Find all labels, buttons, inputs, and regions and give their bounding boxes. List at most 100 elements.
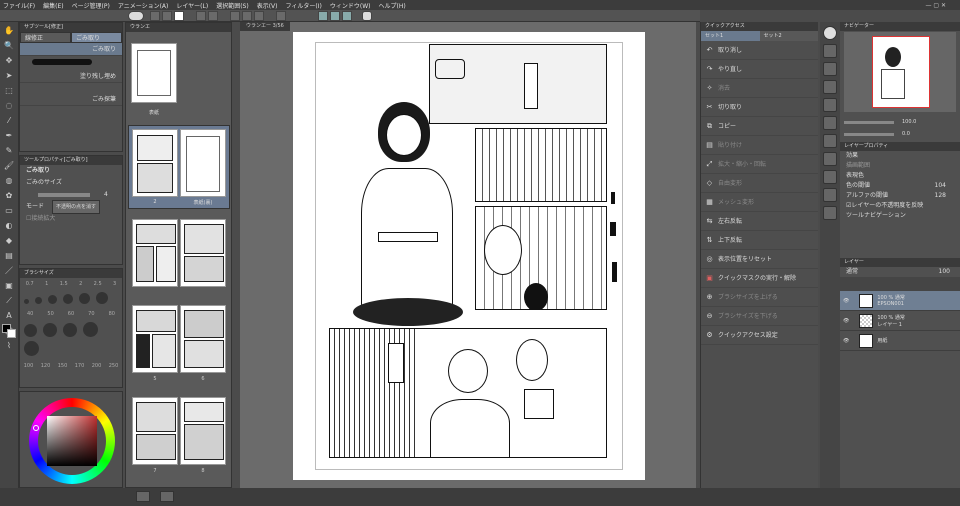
brush-size-preset[interactable]: 1	[45, 281, 48, 287]
brush-dot[interactable]	[47, 295, 57, 304]
sub-view-dock-icon[interactable]	[823, 44, 837, 58]
qa-flip-v[interactable]: ⇅ 上下反転	[701, 231, 818, 250]
brush-size-preset[interactable]: 80	[109, 311, 115, 317]
qa-brush-down[interactable]: ⊖ ブラシサイズを下げる	[701, 307, 818, 326]
layer-row-paper[interactable]: 👁 用紙	[840, 331, 960, 351]
open-icon[interactable]	[162, 11, 172, 21]
qa-redo[interactable]: ↷ やり直し	[701, 60, 818, 79]
history-dock-icon[interactable]	[823, 98, 837, 112]
page-thumb-3[interactable]	[132, 219, 178, 287]
qa-reset-view[interactable]: ◎ 表示位置をリセット	[701, 250, 818, 269]
brush-size-preset[interactable]: 40	[27, 311, 33, 317]
menu-file[interactable]: ファイル(F)	[3, 1, 35, 10]
info-dock-icon[interactable]	[823, 188, 837, 202]
qa-cut[interactable]: ✂ 切り取り	[701, 98, 818, 117]
subtool-item-fill-gaps[interactable]: 塗り残し埋め	[20, 70, 122, 83]
blend-icon[interactable]: ◐	[3, 220, 15, 232]
brush-size-preset[interactable]: 150	[58, 363, 68, 369]
qa-scale[interactable]: ⤢ 拡大・縮小・回転	[701, 155, 818, 174]
quick-access-tab-set2[interactable]: セット2	[759, 31, 818, 41]
page-thumb-2[interactable]	[132, 129, 178, 197]
decoration-icon[interactable]: ✿	[3, 190, 15, 202]
panel-stairway[interactable]	[475, 128, 607, 202]
move-icon[interactable]: ✥	[3, 55, 15, 67]
help-icon[interactable]	[362, 11, 372, 21]
eye-icon[interactable]: 👁	[843, 318, 849, 324]
subtool-tab-dust[interactable]: ごみ取り	[71, 32, 122, 43]
brush-size-preset[interactable]: 170	[75, 363, 85, 369]
canvas-area[interactable]: ウランエー 3/56	[240, 22, 696, 488]
pencil-icon[interactable]: ✎	[3, 145, 15, 157]
quick-access-tab-set1[interactable]: セット1	[701, 31, 760, 41]
page-thumb-cover-back[interactable]	[180, 129, 226, 197]
brush-size-preset[interactable]: 60	[68, 311, 74, 317]
undo-icon[interactable]	[196, 11, 206, 21]
qa-flip-h[interactable]: ⇆ 左右反転	[701, 212, 818, 231]
menu-window[interactable]: ウィンドウ(W)	[330, 1, 371, 10]
menu-filter[interactable]: フィルター(I)	[286, 1, 322, 10]
eraser-icon[interactable]: ▭	[3, 205, 15, 217]
zoom-value[interactable]: 100.0	[902, 119, 916, 125]
brush-size-preset[interactable]: 70	[88, 311, 94, 317]
copy-icon[interactable]	[242, 11, 252, 21]
brush-size-preset[interactable]: 2.5	[94, 281, 102, 287]
transform-icon[interactable]	[276, 11, 286, 21]
brush-size-preset[interactable]: 250	[109, 363, 119, 369]
panel-bottom-boy[interactable]	[329, 328, 607, 458]
color-set-dock-icon[interactable]	[823, 152, 837, 166]
item-bank-dock-icon[interactable]	[823, 80, 837, 94]
select-icon[interactable]: ⬚	[3, 85, 15, 97]
brush-dot[interactable]	[24, 299, 29, 304]
manga-page[interactable]	[293, 32, 645, 480]
airbrush-icon[interactable]: ◍	[3, 175, 15, 187]
fill-icon[interactable]: ◆	[3, 235, 15, 247]
menu-animation[interactable]: アニメーション(A)	[118, 1, 169, 10]
layer-opacity-value[interactable]: 100	[939, 266, 950, 278]
page-thumb-8[interactable]	[180, 397, 226, 465]
subtool-item-dust[interactable]: ごみ取り	[20, 43, 122, 56]
brush-dot[interactable]	[78, 293, 90, 304]
brush-size-preset[interactable]: 0.7	[26, 281, 34, 287]
menu-layer[interactable]: レイヤー(L)	[176, 1, 208, 10]
info-dock-icon[interactable]	[823, 206, 837, 220]
brush-dot[interactable]	[62, 323, 77, 337]
menu-edit[interactable]: 編集(E)	[43, 1, 63, 10]
saturation-value-square[interactable]	[47, 416, 97, 466]
subtool-item-dust-search[interactable]: ごみ探筆	[20, 93, 122, 106]
new-icon[interactable]	[150, 11, 160, 21]
operation-icon[interactable]: ➤	[3, 70, 15, 82]
layer-row-layer1[interactable]: 👁 100 % 通常 レイヤー 1	[840, 311, 960, 331]
material-dock-icon[interactable]	[823, 62, 837, 76]
snap-special-icon[interactable]	[330, 11, 340, 21]
gradient-icon[interactable]: ▤	[3, 250, 15, 262]
brush-dot[interactable]	[34, 297, 42, 304]
correct-line-icon[interactable]: ⌇	[3, 340, 15, 352]
subtool-tab-line-fix[interactable]: 線修正	[20, 32, 71, 43]
snap-grid-icon[interactable]	[342, 11, 352, 21]
dust-size-slider[interactable]	[38, 193, 90, 197]
menu-selection[interactable]: 選択範囲(S)	[216, 1, 249, 10]
qa-mesh[interactable]: ▦ メッシュ変形	[701, 193, 818, 212]
eyedropper-icon[interactable]: ⁄	[3, 115, 15, 127]
figure-icon[interactable]: ／	[3, 265, 15, 277]
save-icon[interactable]	[174, 11, 184, 21]
eye-icon[interactable]: 👁	[843, 338, 849, 344]
brush-size-preset[interactable]: 3	[113, 281, 116, 287]
spread-view-icon[interactable]	[160, 491, 174, 502]
navigator-preview[interactable]	[844, 32, 956, 112]
page-thumb-6[interactable]	[180, 305, 226, 373]
brush-dot[interactable]	[95, 292, 108, 304]
hue-cursor[interactable]	[33, 425, 39, 431]
brush-dot[interactable]	[24, 341, 39, 356]
brush-size-preset[interactable]: 120	[41, 363, 51, 369]
page-thumb-cover[interactable]	[131, 43, 177, 103]
panel-doorway[interactable]	[475, 206, 607, 310]
page-view-icon[interactable]	[136, 491, 150, 502]
redo-icon[interactable]	[208, 11, 218, 21]
cut-icon[interactable]	[230, 11, 240, 21]
qa-free-transform[interactable]: ◇ 自由変形	[701, 174, 818, 193]
layer-row-epson[interactable]: 👁 100 % 通常 EPSON001	[840, 291, 960, 311]
snap-ruler-icon[interactable]	[318, 11, 328, 21]
alpha-threshold-value[interactable]: 128	[935, 190, 946, 202]
menu-help[interactable]: ヘルプ(H)	[378, 1, 405, 10]
